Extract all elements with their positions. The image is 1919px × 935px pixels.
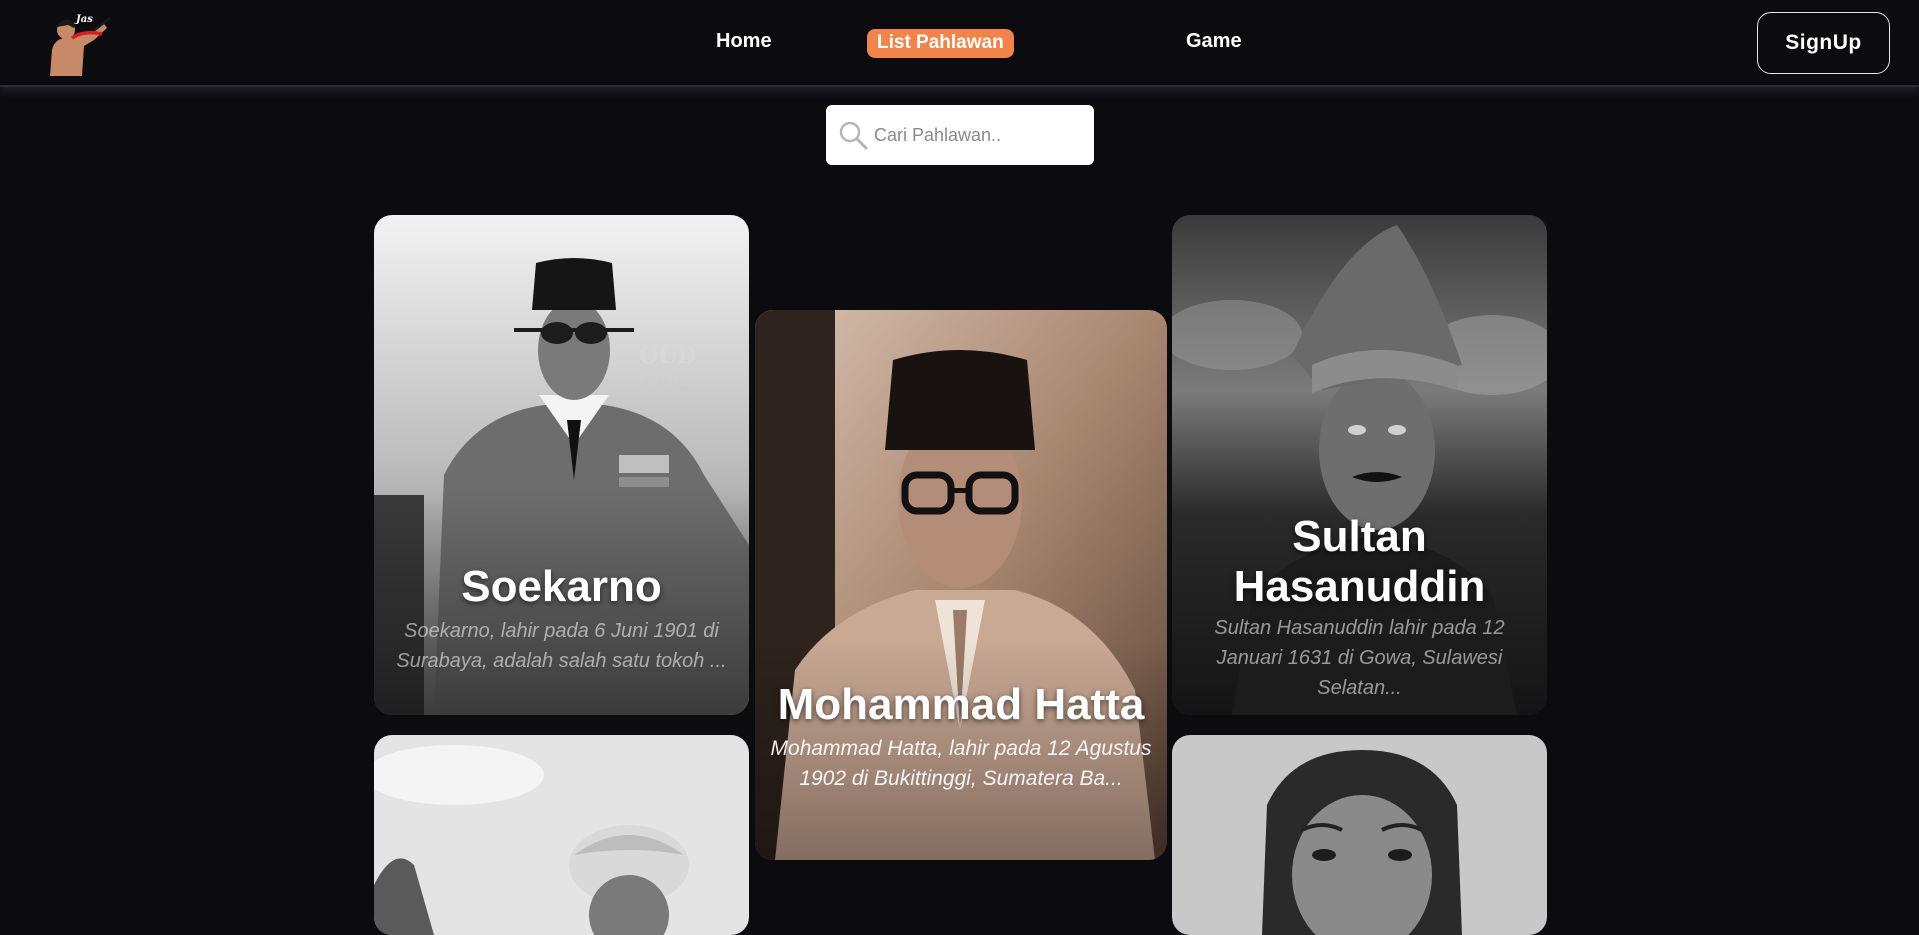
hero-photo (374, 735, 749, 935)
hero-card-sultan-hasanuddin[interactable]: Sultan Hasanuddin Sultan Hasanuddin lahi… (1172, 215, 1547, 715)
hero-description: Mohammad Hatta, lahir pada 12 Agustus 19… (770, 737, 1152, 790)
nav-game[interactable]: Game (1186, 30, 1242, 53)
hero-name: Mohammad Hatta (777, 680, 1145, 729)
hero-photo (1172, 735, 1547, 935)
logo-icon: Jas (50, 14, 111, 76)
hero-description: Soekarno, lahir pada 6 Juni 1901 di Sura… (396, 620, 727, 672)
signup-button[interactable]: SignUp (1757, 12, 1890, 74)
hero-name: Soekarno (461, 562, 662, 611)
nav-home[interactable]: Home (716, 30, 772, 53)
hero-card-mohammad-hatta[interactable]: Mohammad Hatta Mohammad Hatta, lahir pad… (755, 310, 1167, 860)
hero-card-soekarno[interactable]: OUD INDIE Soekarno Soekarno, lahir pada … (374, 215, 749, 715)
search-input[interactable] (874, 117, 1079, 153)
search-icon (839, 121, 868, 150)
nav-list-pahlawan[interactable]: List Pahlawan (867, 29, 1014, 58)
logo[interactable]: Jas (44, 10, 116, 76)
hero-card[interactable] (374, 735, 749, 935)
navbar: Jas Home List Pahlawan Game SignUp (0, 0, 1919, 87)
hero-description: Sultan Hasanuddin lahir pada 12 Januari … (1214, 617, 1505, 699)
search-box (826, 105, 1094, 165)
hero-name: Sultan Hasanuddin (1233, 512, 1486, 611)
svg-text:Jas: Jas (74, 14, 93, 25)
hero-card[interactable] (1172, 735, 1547, 935)
